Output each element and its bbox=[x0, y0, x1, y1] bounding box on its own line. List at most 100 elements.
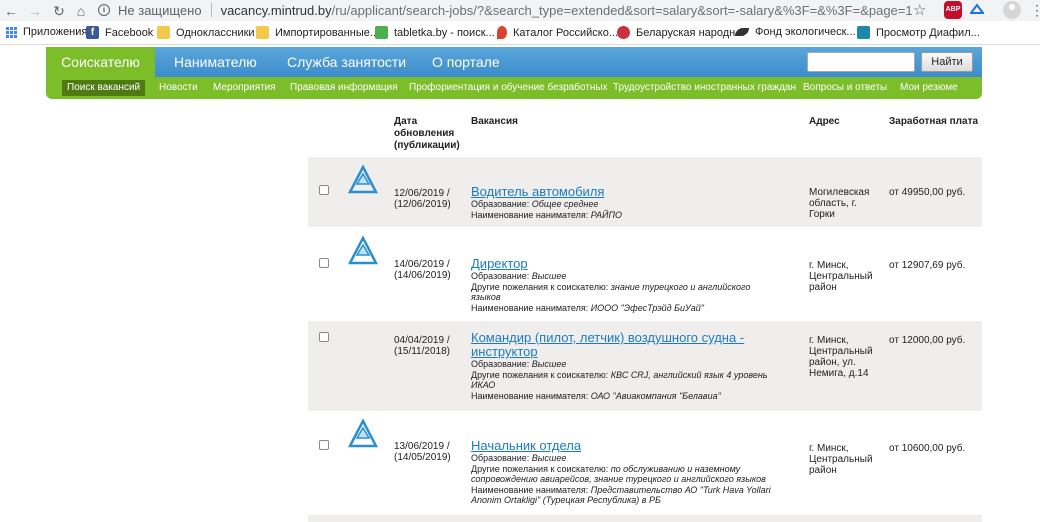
address-cell: г. Минск, Центральный район bbox=[809, 260, 879, 293]
vacancy-detail: Anonim Ortakligi" (Турецкая Республика) … bbox=[471, 495, 781, 506]
profile-avatar-icon[interactable] bbox=[1003, 1, 1021, 19]
address-line: район bbox=[809, 282, 837, 293]
date-updated: 04/04/2019 / bbox=[394, 335, 450, 346]
vacancy-cell: Командир (пилот, летчик) воздушного судн… bbox=[471, 331, 781, 401]
info-icon[interactable]: i bbox=[98, 4, 110, 16]
row-checkbox[interactable] bbox=[319, 258, 329, 268]
address-line: г. Минск, bbox=[809, 260, 849, 271]
row-checkbox[interactable] bbox=[319, 332, 329, 342]
address-line: Центральный bbox=[809, 346, 873, 357]
bookmark-label: Беларуская народн... bbox=[636, 26, 745, 39]
bookmark-odnoklassniki[interactable]: Одноклассники bbox=[157, 26, 255, 39]
header-date[interactable]: Дата обновления (публикации) bbox=[394, 116, 460, 152]
date-published: (15/11/2018) bbox=[394, 346, 450, 357]
detail-value: сопровождению авиарейсов, знание турецко… bbox=[471, 474, 766, 484]
vacancy-title-link-line2[interactable]: инструктор bbox=[471, 345, 781, 359]
detail-label: Другие пожелания к соискателю: bbox=[471, 463, 611, 474]
header-date-line: (публикации) bbox=[394, 140, 460, 151]
apps-grid-icon bbox=[6, 26, 17, 38]
address-line: г. Минск, bbox=[809, 443, 849, 454]
date-updated: 14/06/2019 / bbox=[394, 259, 450, 270]
subnav-news[interactable]: Новости bbox=[159, 77, 198, 99]
vacancy-detail: Другие пожелания к соискателю: КВС CRJ, … bbox=[471, 370, 781, 381]
salary-cell: от 49950,00 руб. bbox=[889, 187, 966, 198]
date-updated: 13/06/2019 / bbox=[394, 441, 450, 452]
row-date: 13/06/2019 / (14/05/2019) bbox=[394, 441, 451, 463]
url-text[interactable]: vacancy.mintrud.by/ru/applicant/search-j… bbox=[221, 3, 913, 18]
bookmark-filmstrips[interactable]: Просмотр Диафил... bbox=[857, 26, 980, 39]
detail-value: Общее среднее bbox=[531, 199, 599, 209]
detail-value: по обслуживанию и наземному bbox=[610, 463, 741, 474]
subnav-faq[interactable]: Вопросы и ответы bbox=[803, 77, 887, 99]
bookmark-star-icon[interactable]: ☆ bbox=[913, 1, 926, 19]
bookmark-belarus[interactable]: Беларуская народн... bbox=[617, 26, 744, 39]
address-cell: г. Минск, Центральный район bbox=[809, 443, 879, 476]
tab-applicant[interactable]: Соискателю bbox=[46, 47, 155, 77]
detail-label: Наименование нанимателя: bbox=[471, 302, 591, 313]
vacancy-detail: Наименование нанимателя: РАЙПО bbox=[471, 210, 781, 221]
date-updated: 12/06/2019 / bbox=[394, 188, 450, 199]
bookmark-label: Фонд экологическ... bbox=[755, 26, 856, 38]
bookmark-facebook[interactable]: f Facebook bbox=[86, 26, 153, 39]
tab-employer[interactable]: Нанимателю bbox=[174, 47, 257, 77]
address-bar[interactable]: i Не защищено vacancy.mintrud.by/ru/appl… bbox=[98, 0, 913, 20]
address-line: Могилевская bbox=[809, 187, 870, 198]
subnav-events[interactable]: Мероприятия bbox=[213, 77, 276, 99]
reload-icon[interactable]: ↻ bbox=[48, 1, 70, 21]
menu-kebab-icon[interactable]: ⋮ bbox=[1030, 2, 1040, 19]
bookmark-fund[interactable]: Фонд экологическ... bbox=[735, 26, 856, 38]
tab-employment-service[interactable]: Служба занятости bbox=[287, 47, 406, 77]
subnav-legal-info[interactable]: Правовая информация bbox=[290, 77, 398, 99]
employment-service-logo-icon bbox=[348, 236, 378, 265]
vacancy-detail: сопровождению авиарейсов, знание турецко… bbox=[471, 474, 781, 485]
forward-icon[interactable]: → bbox=[24, 1, 46, 21]
row-checkbox[interactable] bbox=[319, 440, 329, 450]
subnav-my-resumes[interactable]: Мои резюме bbox=[900, 77, 958, 99]
bookmark-imported[interactable]: Импортированные... bbox=[256, 26, 379, 39]
detail-value: Высшее bbox=[531, 359, 567, 369]
address-line: район, ул. bbox=[809, 357, 856, 368]
row-checkbox[interactable] bbox=[319, 185, 329, 195]
subnav-foreign-employment[interactable]: Трудоустройство иностранных граждан bbox=[613, 77, 796, 99]
header-address[interactable]: Адрес bbox=[809, 116, 840, 128]
header-salary[interactable]: Заработная плата bbox=[889, 116, 978, 128]
vacancy-detail: Другие пожелания к соискателю: знание ту… bbox=[471, 282, 781, 293]
subnav-career-guidance[interactable]: Профориентация и обучение безработных bbox=[409, 77, 608, 99]
folder-icon bbox=[256, 26, 269, 39]
row-date: 04/04/2019 / (15/11/2018) bbox=[394, 335, 450, 357]
table-row: 04/04/2019 / (15/11/2018) Командир (пило… bbox=[308, 321, 982, 411]
bird-icon bbox=[735, 28, 749, 36]
subnav-job-search[interactable]: Поиск вакансий bbox=[62, 80, 146, 96]
site-search-input[interactable] bbox=[807, 52, 915, 72]
url-domain: vacancy.mintrud.by bbox=[220, 2, 332, 18]
detail-label: Наименование нанимателя: bbox=[471, 390, 591, 401]
vacancy-detail: Образование: Высшее bbox=[471, 453, 781, 464]
vacancy-title-link[interactable]: Командир (пилот, летчик) воздушного судн… bbox=[471, 331, 781, 345]
header-date-line: обновления bbox=[394, 128, 455, 139]
bookmark-tabletka[interactable]: tabletka.by - поиск... bbox=[375, 26, 495, 39]
bookmark-label: tabletka.by - поиск... bbox=[394, 26, 495, 39]
date-published: (12/06/2019) bbox=[394, 199, 451, 210]
back-icon[interactable]: ← bbox=[0, 1, 22, 21]
salary-cell: от 12000,00 руб. bbox=[889, 335, 966, 346]
employment-service-logo-icon bbox=[348, 419, 378, 448]
tab-about-portal[interactable]: О портале bbox=[432, 47, 500, 77]
detail-label: Другие пожелания к соискателю: bbox=[471, 369, 611, 380]
detail-label: Другие пожелания к соискателю: bbox=[471, 281, 611, 292]
tabletka-icon bbox=[375, 26, 388, 39]
salary-cell: от 12907,69 руб. bbox=[889, 260, 966, 271]
vacancy-title-link[interactable]: Водитель автомобиля bbox=[471, 185, 781, 199]
bookmark-catalog[interactable]: Каталог Российско... bbox=[497, 26, 618, 39]
vacancy-title-link[interactable]: Начальник отдела bbox=[471, 439, 781, 453]
bookmark-label: Импортированные... bbox=[275, 26, 380, 39]
folder-icon bbox=[157, 26, 170, 39]
header-vacancy[interactable]: Вакансия bbox=[471, 116, 518, 128]
vacancy-title-link[interactable]: Директор bbox=[471, 257, 781, 271]
home-icon[interactable]: ⌂ bbox=[70, 1, 92, 21]
browser-toolbar: ← → ↻ ⌂ i Не защищено vacancy.mintrud.by… bbox=[0, 0, 1040, 21]
search-button[interactable]: Найти bbox=[921, 52, 973, 72]
bookmark-apps[interactable]: Приложения bbox=[6, 26, 87, 38]
extension-icon[interactable] bbox=[970, 3, 984, 15]
bookmark-label: Facebook bbox=[105, 26, 154, 39]
adblock-icon[interactable]: ABP bbox=[944, 1, 962, 19]
